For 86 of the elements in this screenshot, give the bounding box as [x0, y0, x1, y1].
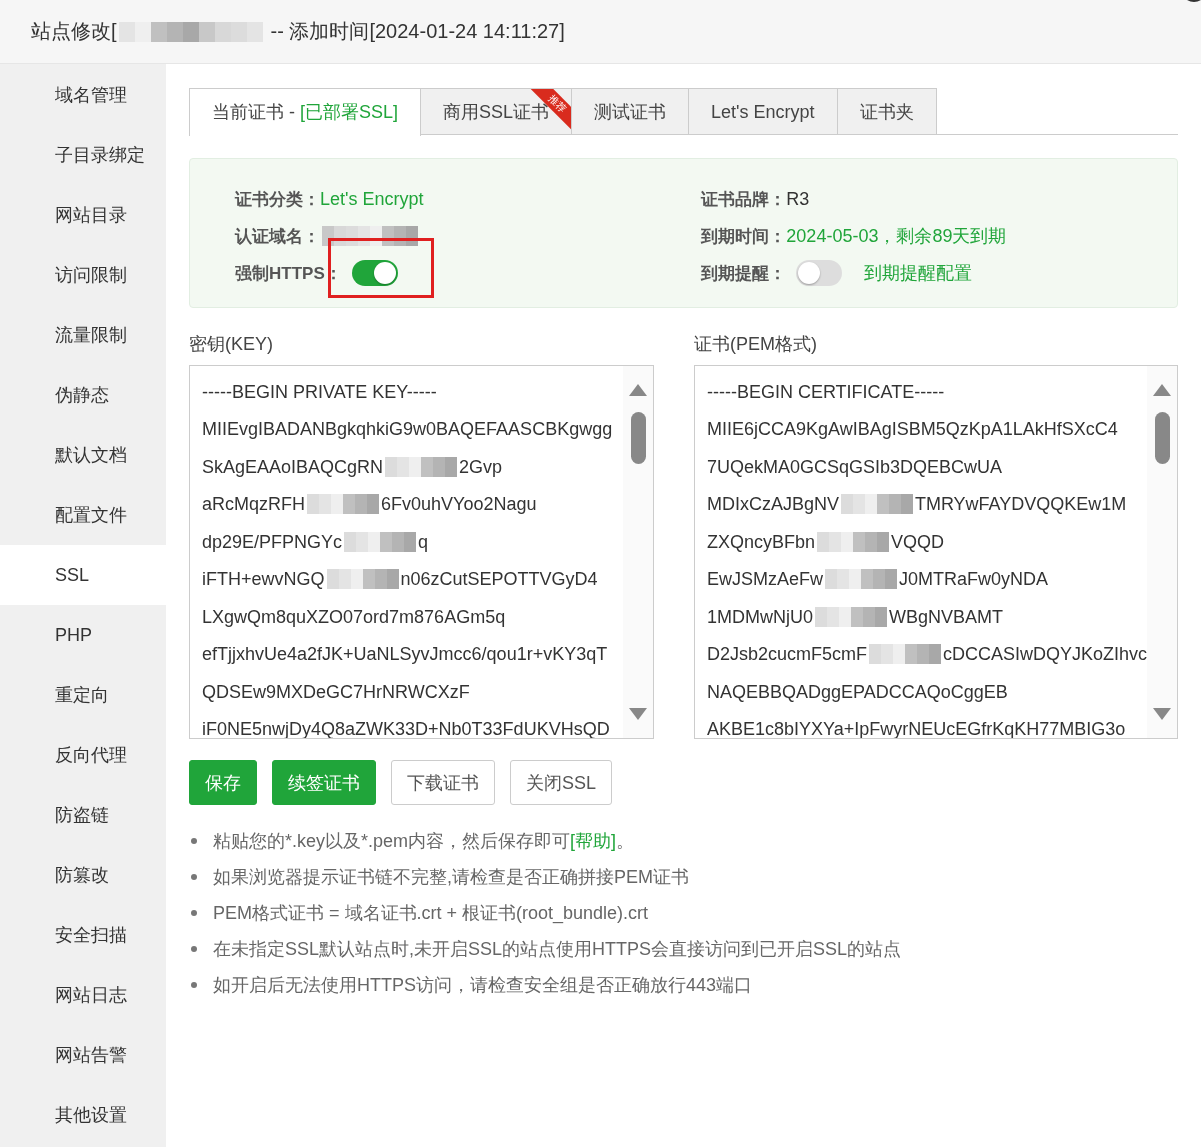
code-line: LXgwQm8quXZO07ord7m876AGm5q	[202, 605, 506, 629]
scroll-up-icon[interactable]	[1152, 383, 1172, 397]
sidebar-item[interactable]: 防篡改	[0, 845, 166, 905]
tab[interactable]: Let's Encrypt	[689, 88, 838, 134]
code-line: MIIE6jCCA9KgAwIBAgISBM5QzKpA1LAkHfSXcC4	[706, 418, 1118, 442]
tab[interactable]: 证书夹	[837, 88, 937, 134]
action-button[interactable]: 下载证书	[391, 760, 495, 805]
sidebar-item[interactable]: 默认文档	[0, 425, 166, 485]
sidebar-item[interactable]: 其他设置	[0, 1085, 166, 1145]
code-line: -----BEGIN PRIVATE KEY-----	[202, 380, 437, 404]
scroll-down-icon[interactable]	[1152, 707, 1172, 721]
code-line: VQQD	[890, 530, 944, 554]
field-label: 到期时间：	[701, 225, 787, 248]
code-line: iFTH+ewvNGQ	[202, 568, 325, 592]
sidebar-item[interactable]: 网站日志	[0, 965, 166, 1025]
code-line: WBgNVBAMT	[888, 605, 1003, 629]
code-line: NAQEBBQADggEPADCCAQoCggEB	[706, 680, 1008, 704]
sidebar-item[interactable]: 重定向	[0, 665, 166, 725]
sidebar-item[interactable]: 网站告警	[0, 1025, 166, 1085]
scroll-down-icon[interactable]	[627, 707, 648, 721]
code-line: dp29E/PFPNGYc	[202, 530, 343, 554]
sidebar-item[interactable]: 安全扫描	[0, 905, 166, 965]
code-line: EwJSMzAeFw	[706, 568, 823, 592]
field-label: 到期提醒：	[701, 262, 787, 285]
bullet-icon	[191, 946, 197, 952]
window-title: 站点修改[	[31, 19, 117, 44]
code-line: 2Gvp	[459, 455, 503, 479]
key-textarea[interactable]	[189, 365, 654, 739]
field-label: 证书品牌：	[701, 188, 787, 211]
toggle-switch[interactable]	[796, 260, 843, 286]
field-label: 强制HTTPS：	[235, 262, 342, 285]
sidebar-item[interactable]: 配置文件	[0, 485, 166, 545]
note-text: 如开启后无法使用HTTPS访问，请检查安全组是否正确放行443端口	[213, 974, 753, 997]
tab[interactable]: 当前证书 - [已部署SSL]	[189, 88, 422, 136]
code-line: 6Fv0uhVYoo2Nagu	[381, 493, 537, 517]
sidebar-item[interactable]: 访问限制	[0, 245, 166, 305]
sidebar-item[interactable]: 域名管理	[0, 65, 166, 125]
code-line: J0MTRaFw0yNDA	[898, 568, 1048, 592]
field-label: 证书分类：	[235, 188, 320, 211]
code-line: QDSEw9MXDeGC7HrNRWCXzF	[202, 680, 470, 704]
tab[interactable]: 测试证书	[572, 88, 690, 134]
sidebar-item[interactable]: PHP	[0, 605, 166, 665]
scrollbar-thumb[interactable]	[630, 412, 646, 464]
bullet-icon	[191, 838, 197, 844]
code-line: 7UQekMA0GCSqGSIb3DQEBCwUA	[706, 455, 1002, 479]
bullet-icon	[191, 874, 197, 880]
code-line: TMRYwFAYDVQQKEw1M	[914, 493, 1127, 517]
code-line: -----BEGIN CERTIFICATE-----	[706, 380, 945, 404]
note-text: 粘贴您的*.key以及*.pem内容，然后保存即可[帮助]。	[213, 830, 635, 853]
tab[interactable]: 商用SSL证书 推荐	[421, 88, 573, 134]
scroll-up-icon[interactable]	[627, 383, 648, 397]
code-line: 1MDMwNjU0	[706, 605, 813, 629]
scrollbar-thumb[interactable]	[1155, 412, 1170, 464]
field-value: 2024-05-03，剩余89天到期	[786, 225, 1007, 248]
code-line: n06zCutSEPOTTVGyD4	[400, 568, 598, 592]
redaction-mosaic	[307, 494, 379, 515]
field-label: 认证域名：	[235, 225, 320, 248]
note-text: 如果浏览器提示证书链不完整,请检查是否正确拼接PEM证书	[213, 866, 689, 889]
key-label: 密钥(KEY)	[189, 333, 274, 356]
bullet-icon	[191, 910, 197, 916]
toggle-switch[interactable]	[351, 260, 398, 286]
window-title: -- 添加时间[2024-01-24 14:11:27]	[270, 19, 565, 44]
sidebar-item[interactable]: 网站目录	[0, 185, 166, 245]
code-line: aRcMqzRFH	[202, 493, 305, 517]
code-line: efTjjxhvUe4a2fJK+UaNLSyvJmcc6/qou1r+vKY3qT	[202, 643, 608, 667]
code-line: ZXQncyBFbn	[706, 530, 815, 554]
sidebar-item[interactable]: 反向代理	[0, 725, 166, 785]
sidebar-item[interactable]: 防盗链	[0, 785, 166, 845]
code-line: q	[418, 530, 429, 554]
certificate-label: 证书(PEM格式)	[693, 333, 818, 356]
code-line: MIIEvgIBADANBgkqhkiG9w0BAQEFAASCBKgwgg	[202, 418, 613, 442]
note-text: PEM格式证书 = 域名证书.crt + 根证书(root_bundle).crt	[213, 902, 649, 925]
sidebar-item[interactable]: 伪静态	[0, 365, 166, 425]
certificate-textarea[interactable]	[693, 365, 1178, 739]
code-line: SkAgEAAoIBAQCgRN	[202, 455, 384, 479]
sidebar-item[interactable]: SSL	[0, 545, 166, 605]
code-line: D2Jsb2cucmF5cmF	[706, 643, 867, 667]
note-text: 在未指定SSL默认站点时,未开启SSL的站点使用HTTPS会直接访问到已开启SSL的站点	[213, 938, 902, 961]
field-value: R3	[786, 188, 810, 210]
field-value: Let's Encrypt	[320, 188, 424, 210]
code-line: MDIxCzAJBgNV	[706, 493, 839, 517]
code-line: cDCCASIwDQYJKoZIhvc	[942, 643, 1147, 667]
sidebar-item[interactable]: 子目录绑定	[0, 125, 166, 185]
action-button[interactable]: 关闭SSL	[510, 760, 613, 805]
sidebar-item[interactable]: 流量限制	[0, 305, 166, 365]
bullet-icon	[191, 982, 197, 988]
